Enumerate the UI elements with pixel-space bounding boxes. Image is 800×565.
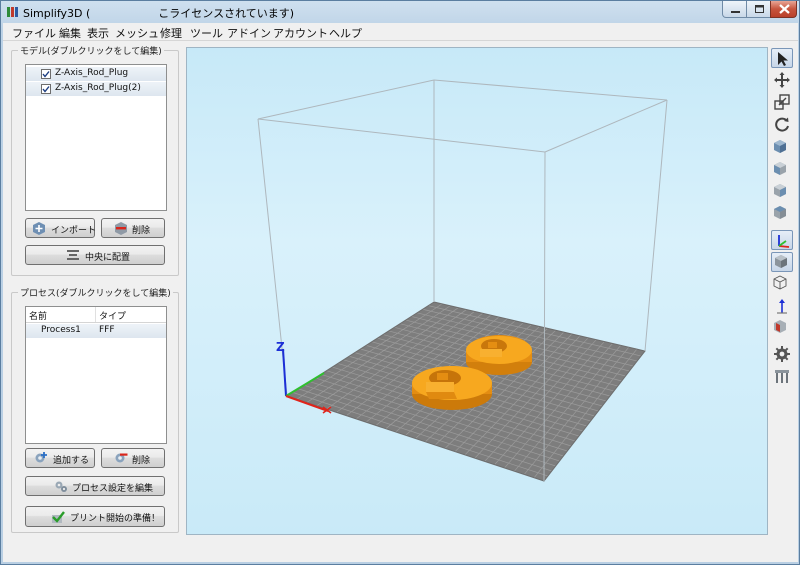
edit-process-settings-button[interactable]: プロセス設定を編集 bbox=[25, 476, 165, 496]
menu-addins[interactable]: アドイン bbox=[227, 25, 271, 41]
menu-view[interactable]: 表示 bbox=[87, 25, 109, 41]
status-bar bbox=[3, 547, 798, 562]
model-z-axis-rod-plug[interactable] bbox=[412, 366, 492, 410]
maximize-icon bbox=[755, 5, 764, 13]
models-panel: モデル(ダブルクリックをして編集) Z-Axis_Rod_Plug Z-Axis… bbox=[11, 44, 179, 276]
delete-process-label: 削除 bbox=[132, 456, 151, 466]
process-panel: プロセス(ダブルクリックをして編集) 名前 タイプ Process1 FFF 追… bbox=[11, 286, 179, 533]
menu-tools[interactable]: ツール bbox=[190, 25, 223, 41]
settings-button[interactable] bbox=[771, 344, 793, 364]
title-bar[interactable]: Simplify3D (こライセンスされています) bbox=[1, 1, 799, 23]
menu-mesh[interactable]: メッシュ bbox=[115, 25, 159, 41]
add-process-icon bbox=[35, 452, 47, 463]
menu-edit[interactable]: 編集 bbox=[59, 25, 81, 41]
list-item[interactable]: Z-Axis_Rod_Plug bbox=[26, 67, 166, 81]
checkbox-checked-icon[interactable] bbox=[41, 84, 51, 94]
models-list[interactable]: Z-Axis_Rod_Plug Z-Axis_Rod_Plug(2) bbox=[25, 64, 167, 211]
minimize-button[interactable] bbox=[722, 1, 747, 18]
axes-toggle-button[interactable] bbox=[771, 230, 793, 250]
build-volume-scene: Z bbox=[257, 79, 668, 482]
model-z-axis-rod-plug-2[interactable] bbox=[466, 335, 532, 375]
view-front-button[interactable] bbox=[771, 160, 793, 180]
column-header-name[interactable]: 名前 bbox=[29, 309, 47, 322]
3d-viewport[interactable]: Z bbox=[186, 47, 768, 535]
cross-section-button[interactable] bbox=[771, 318, 793, 338]
wireframe-view-button[interactable] bbox=[771, 274, 793, 294]
menu-repair[interactable]: 修理 bbox=[160, 25, 182, 41]
app-icon bbox=[7, 7, 18, 17]
view-side-button[interactable] bbox=[771, 182, 793, 202]
normal-arrow-icon bbox=[777, 299, 787, 314]
column-divider bbox=[95, 307, 96, 322]
cube-front-icon bbox=[774, 162, 786, 175]
rotate-icon bbox=[775, 117, 789, 132]
center-arrange-button[interactable]: 中央に配置 bbox=[25, 245, 165, 265]
window-title: Simplify3D (こライセンスされています) bbox=[23, 7, 295, 20]
delete-model-button-label: 削除 bbox=[132, 226, 151, 236]
printer-frame-icon bbox=[775, 370, 789, 383]
delete-model-button[interactable]: 削除 bbox=[101, 218, 165, 238]
cube-iso-icon bbox=[774, 140, 786, 153]
view-top-button[interactable] bbox=[771, 204, 793, 224]
table-row[interactable]: Process1 FFF bbox=[26, 324, 166, 338]
minimize-icon bbox=[731, 11, 740, 13]
cube-side-icon bbox=[774, 184, 786, 197]
z-axis-label: Z bbox=[276, 340, 285, 354]
move-tool-button[interactable] bbox=[771, 70, 793, 90]
prepare-to-print-label: プリント開始の準備！ bbox=[70, 514, 161, 524]
z-axis bbox=[282, 348, 287, 397]
import-icon bbox=[33, 222, 45, 235]
delete-process-icon bbox=[115, 453, 128, 463]
process-list[interactable]: 名前 タイプ Process1 FFF bbox=[25, 306, 167, 444]
maximize-button[interactable] bbox=[746, 1, 771, 18]
cube-top-icon bbox=[774, 206, 786, 219]
gear-icon bbox=[55, 481, 67, 492]
cross-section-icon bbox=[774, 320, 786, 333]
rotate-tool-button[interactable] bbox=[771, 114, 793, 134]
process-name: Process1 bbox=[41, 325, 81, 335]
table-header: 名前 タイプ bbox=[26, 307, 166, 323]
process-panel-title: プロセス(ダブルクリックをして編集) bbox=[18, 286, 173, 299]
add-process-label: 追加する bbox=[53, 456, 90, 466]
checkmark-icon bbox=[52, 511, 65, 523]
close-button[interactable] bbox=[770, 1, 797, 18]
model-name: Z-Axis_Rod_Plug(2) bbox=[55, 83, 141, 93]
axes-icon bbox=[778, 235, 790, 248]
center-arrange-label: 中央に配置 bbox=[85, 253, 131, 263]
scale-icon bbox=[774, 94, 790, 110]
list-item[interactable]: Z-Axis_Rod_Plug(2) bbox=[26, 82, 166, 96]
view-toolbar bbox=[768, 47, 796, 537]
close-icon bbox=[779, 4, 790, 14]
application-window: Simplify3D (こライセンスされています) ファイル 編集 表示 メッシ… bbox=[0, 0, 800, 565]
menu-account[interactable]: アカウント bbox=[273, 25, 328, 41]
model-name: Z-Axis_Rod_Plug bbox=[55, 68, 129, 78]
menu-help[interactable]: ヘルプ bbox=[329, 25, 362, 41]
delete-process-button[interactable]: 削除 bbox=[101, 448, 165, 468]
machine-view-button[interactable] bbox=[771, 366, 793, 386]
solid-view-button[interactable] bbox=[771, 252, 793, 272]
view-default-button[interactable] bbox=[771, 138, 793, 158]
solid-cube-icon bbox=[775, 255, 787, 268]
process-type: FFF bbox=[99, 325, 115, 335]
gear-icon bbox=[774, 346, 790, 362]
prepare-to-print-button[interactable]: プリント開始の準備！ bbox=[25, 506, 165, 527]
wireframe-cube-icon bbox=[773, 275, 787, 290]
normals-view-button[interactable] bbox=[771, 296, 793, 316]
column-header-type[interactable]: タイプ bbox=[99, 309, 126, 322]
menu-bar: ファイル 編集 表示 メッシュ 修理 ツール アドイン アカウント ヘルプ bbox=[3, 23, 798, 41]
add-process-button[interactable]: 追加する bbox=[25, 448, 95, 468]
move-arrows-icon bbox=[774, 72, 790, 88]
import-button[interactable]: インポート bbox=[25, 218, 97, 238]
delete-icon bbox=[115, 222, 127, 235]
cursor-arrow-icon bbox=[778, 52, 788, 66]
import-button-label: インポート bbox=[51, 226, 97, 236]
select-tool-button[interactable] bbox=[771, 48, 793, 68]
scale-tool-button[interactable] bbox=[771, 92, 793, 112]
edit-process-settings-label: プロセス設定を編集 bbox=[72, 484, 154, 494]
checkbox-checked-icon[interactable] bbox=[41, 69, 51, 79]
menu-file[interactable]: ファイル bbox=[12, 25, 56, 41]
center-arrange-icon bbox=[67, 250, 79, 260]
models-panel-title: モデル(ダブルクリックをして編集) bbox=[18, 44, 164, 57]
